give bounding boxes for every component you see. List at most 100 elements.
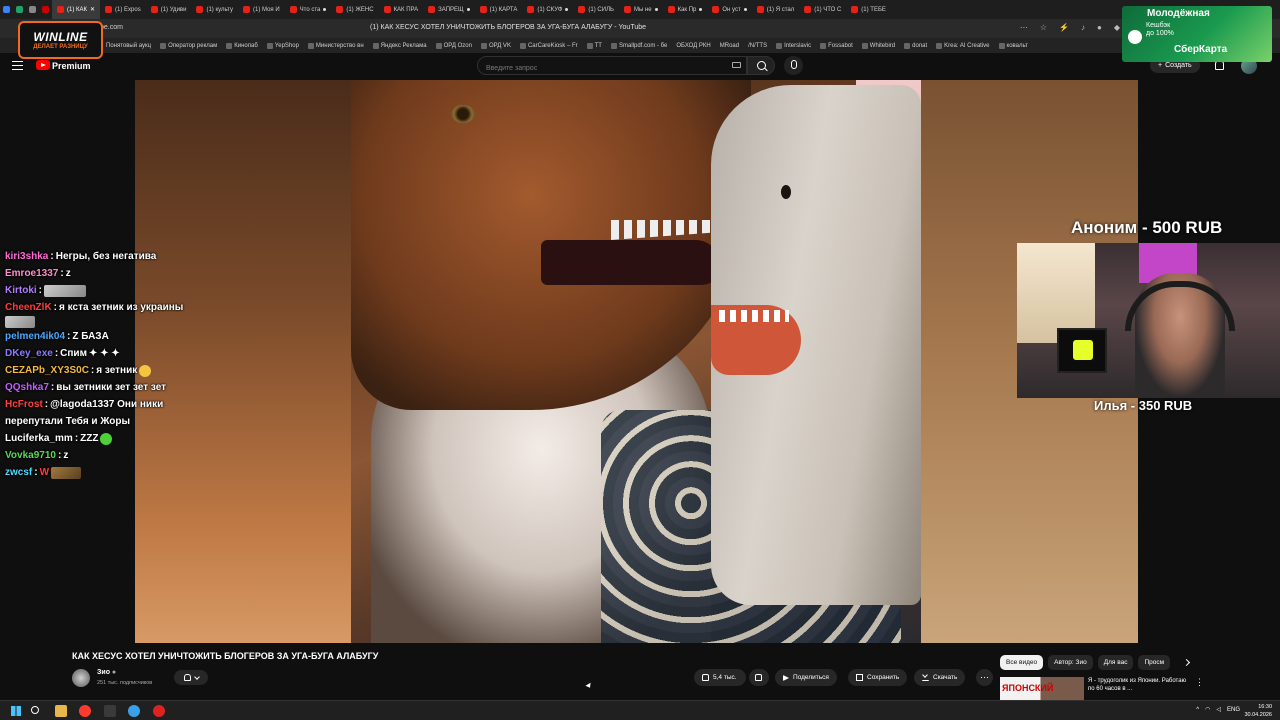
- bookmark-item[interactable]: MRoad: [720, 43, 739, 49]
- wifi-icon[interactable]: ◠: [1205, 706, 1210, 713]
- browser-tab[interactable]: ЗАПРЕЩ: [423, 0, 475, 19]
- pinned-tab[interactable]: [0, 0, 13, 19]
- tab-favicon-icon: [29, 6, 36, 13]
- search-input[interactable]: [478, 60, 718, 77]
- extension-icon[interactable]: ◆: [1114, 23, 1120, 32]
- youtube-favicon-icon: [804, 6, 812, 13]
- app-icon[interactable]: [104, 705, 116, 717]
- recommended-video-thumbnail[interactable]: ЯПОНСКИЙ: [1000, 677, 1084, 700]
- extension-icon[interactable]: ●: [1097, 23, 1102, 32]
- more-actions-icon[interactable]: ⋯: [976, 669, 993, 686]
- browser-tab[interactable]: (1) КАК ✕: [52, 0, 101, 19]
- browser-tab[interactable]: (1) Expos: [100, 0, 146, 19]
- bookmark-item[interactable]: ОРД Ozon: [435, 42, 472, 49]
- bookmark-item[interactable]: CarCareKiosk – Fr: [519, 42, 578, 49]
- bookmark-item[interactable]: Яндекс Реклама: [372, 42, 427, 49]
- bookmark-folder[interactable]: ОБХОД РКН: [676, 43, 710, 49]
- pinned-tab[interactable]: [13, 0, 26, 19]
- video-player[interactable]: [135, 80, 1138, 643]
- address-bar-url[interactable]: be.com: [100, 24, 123, 31]
- chat-message: CheenZlK: я кста зетник из украины: [5, 299, 235, 316]
- youtube-favicon-icon: [336, 6, 344, 13]
- system-clock[interactable]: 16:30 30.04.2026: [1244, 703, 1272, 719]
- search-icon[interactable]: [31, 706, 39, 714]
- browser-tab[interactable]: (1) культу: [191, 0, 238, 19]
- windows-start-icon[interactable]: [11, 706, 21, 716]
- bookmark-item[interactable]: /N/TTS: [748, 43, 767, 49]
- bookmark-item[interactable]: Smallpdf.com - бе: [610, 42, 667, 49]
- bookmark-item[interactable]: Оператор реклам: [160, 42, 217, 49]
- bookmark-item[interactable]: Fossabot: [820, 42, 853, 49]
- tab-label: (1) культу: [206, 6, 233, 13]
- browser-tab[interactable]: (1) Я стал: [752, 0, 800, 19]
- bookmark-item[interactable]: Whitebird: [861, 42, 895, 49]
- browser-tab[interactable]: (1) СКУФ: [522, 0, 573, 19]
- share-button[interactable]: Поделиться: [775, 669, 837, 686]
- chat-message: zwcsf: W: [5, 464, 235, 481]
- subscription-bell-button[interactable]: [174, 670, 208, 685]
- yandex-browser-icon[interactable]: [79, 705, 91, 717]
- youtube-brand[interactable]: Premium: [52, 61, 91, 71]
- microphone-icon[interactable]: [784, 56, 803, 75]
- page-title: (1) КАК ХЕСУС ХОТЕЛ УНИЧТОЖИТЬ БЛОГЕРОВ …: [370, 24, 647, 31]
- browser-tab[interactable]: (1) КАРТА: [475, 0, 523, 19]
- bookmark-item[interactable]: ОРД VK: [480, 42, 511, 49]
- bookmark-item[interactable]: Кинопаб: [226, 42, 258, 49]
- recommended-video-title[interactable]: Я - трудоголик из Японии. Работаю по 60 …: [1088, 677, 1188, 693]
- keyboard-icon[interactable]: [732, 62, 741, 68]
- browser-tab[interactable]: (1) СИЛЬ: [573, 0, 619, 19]
- bookmark-item[interactable]: YepShop: [266, 42, 299, 49]
- dislike-button[interactable]: [749, 669, 769, 686]
- app-icon[interactable]: [153, 705, 165, 717]
- channel-avatar[interactable]: [72, 669, 90, 687]
- browser-tab[interactable]: Как Пр: [663, 0, 708, 19]
- download-button[interactable]: Скачать: [914, 669, 966, 686]
- bookmark-item[interactable]: donat: [904, 42, 927, 49]
- bookmark-item[interactable]: Министерство вн: [307, 42, 364, 49]
- browser-tab[interactable]: (1) ЧТО С: [799, 0, 846, 19]
- telegram-icon[interactable]: [128, 705, 140, 717]
- chat-text: ZZZ: [80, 433, 99, 444]
- like-button[interactable]: 5,4 тыс.: [694, 669, 746, 686]
- save-button[interactable]: Сохранить: [848, 669, 908, 686]
- search-button[interactable]: [747, 56, 775, 75]
- browser-tab[interactable]: Он уст: [707, 0, 751, 19]
- share-icon: [783, 674, 789, 681]
- browser-tab[interactable]: (1) Удиви: [146, 0, 192, 19]
- bookmark-favicon-icon: [519, 42, 526, 49]
- bookmark-item[interactable]: ковальт: [998, 42, 1028, 49]
- volume-icon[interactable]: ◁: [1216, 706, 1221, 713]
- hamburger-menu-icon[interactable]: [12, 61, 23, 70]
- browser-tab[interactable]: КАК ПРА: [379, 0, 424, 19]
- chip-watched[interactable]: Просм: [1138, 655, 1171, 670]
- bookmark-icon[interactable]: ☆: [1040, 23, 1047, 32]
- browser-tab[interactable]: Что ста: [285, 0, 332, 19]
- bookmark-item[interactable]: Понятовый аукц: [106, 43, 151, 49]
- extension-icon[interactable]: ♪: [1081, 23, 1085, 32]
- chip-author[interactable]: Автор: Зио: [1048, 655, 1093, 670]
- channel-name[interactable]: Зио ●: [97, 669, 116, 676]
- tray-chevron-icon[interactable]: ^: [1196, 707, 1199, 713]
- chat-text: я зетник: [96, 365, 138, 376]
- extension-icon[interactable]: ⚡: [1059, 23, 1069, 32]
- browser-tab[interactable]: (1) ЖЕНС: [331, 0, 378, 19]
- chevron-right-icon[interactable]: [1182, 658, 1191, 667]
- more-icon[interactable]: ⋯: [1020, 23, 1028, 32]
- share-label: Поделиться: [793, 674, 829, 681]
- youtube-logo-icon[interactable]: [36, 60, 50, 70]
- browser-tab[interactable]: (1) ТЕБЕ: [846, 0, 891, 19]
- pinned-tab[interactable]: [39, 0, 52, 19]
- file-explorer-icon[interactable]: [55, 705, 67, 717]
- browser-tab[interactable]: (1) Моя И: [238, 0, 285, 19]
- language-indicator[interactable]: ENG: [1227, 707, 1240, 713]
- browser-tab-strip: (1) КАК ✕ (1) Expos (1) Удиви (1) культу …: [0, 0, 1280, 19]
- chip-all-videos[interactable]: Все видео: [1000, 655, 1044, 670]
- browser-tab[interactable]: Мы не: [619, 0, 663, 19]
- bookmark-item[interactable]: Interslavic: [776, 42, 811, 49]
- pinned-tab[interactable]: [26, 0, 39, 19]
- bookmark-item[interactable]: TT: [586, 42, 602, 49]
- tab-close-icon[interactable]: ✕: [90, 6, 95, 13]
- bookmark-item[interactable]: Krea: AI Creative: [936, 42, 990, 49]
- more-vertical-icon[interactable]: ⋮: [1195, 677, 1204, 688]
- chip-for-you[interactable]: Для вас: [1097, 655, 1134, 670]
